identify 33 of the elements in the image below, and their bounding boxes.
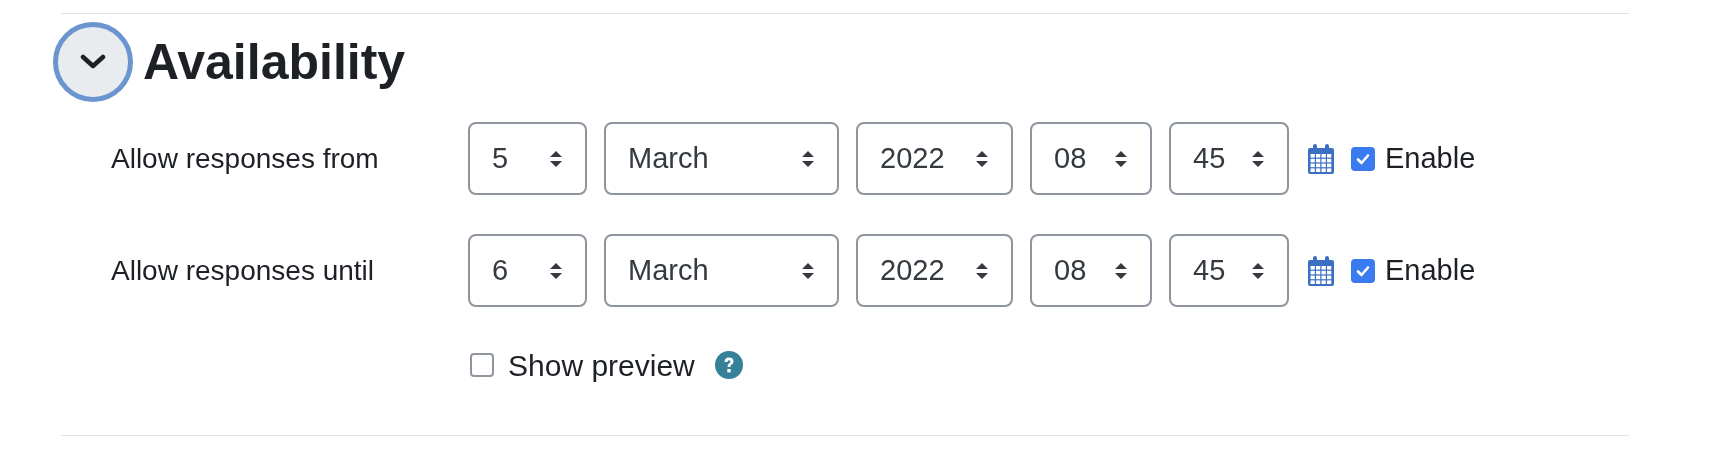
month-select[interactable]: March — [604, 122, 839, 195]
year-select[interactable]: 2022 — [856, 122, 1013, 195]
sort-arrows-icon — [1114, 261, 1128, 280]
checkbox[interactable] — [1351, 146, 1375, 171]
month-select[interactable]: March — [604, 234, 839, 307]
sort-arrows-icon — [801, 149, 815, 168]
chevron-down-icon — [80, 54, 106, 70]
day-select[interactable]: 5 — [468, 122, 587, 195]
minute-select[interactable]: 45 — [1169, 122, 1289, 195]
field-label: Allow responses from — [110, 142, 380, 176]
sort-arrows-icon — [801, 261, 815, 280]
checkbox-label: Show preview — [508, 347, 695, 384]
calendar-icon[interactable] — [1307, 142, 1335, 175]
calendar-icon[interactable] — [1307, 254, 1335, 287]
field-label: Allow responses until — [110, 254, 376, 288]
minute-select[interactable]: 45 — [1169, 234, 1289, 307]
hour-select[interactable]: 08 — [1030, 234, 1152, 307]
sort-arrows-icon — [1114, 149, 1128, 168]
day-select[interactable]: 6 — [468, 234, 587, 307]
sort-arrows-icon — [549, 149, 563, 168]
checkbox-label: Enable — [1385, 140, 1476, 176]
checkbox-label: Enable — [1385, 252, 1476, 288]
checkbox[interactable] — [1351, 258, 1375, 283]
sort-arrows-icon — [1251, 149, 1265, 168]
sort-arrows-icon — [975, 261, 989, 280]
help-icon[interactable] — [714, 351, 743, 379]
sort-arrows-icon — [1251, 261, 1265, 280]
checkbox[interactable] — [470, 353, 494, 377]
sort-arrows-icon — [975, 149, 989, 168]
year-select[interactable]: 2022 — [856, 234, 1013, 307]
sort-arrows-icon — [549, 261, 563, 280]
hour-select[interactable]: 08 — [1030, 122, 1152, 195]
section-heading: Availability — [143, 37, 406, 87]
